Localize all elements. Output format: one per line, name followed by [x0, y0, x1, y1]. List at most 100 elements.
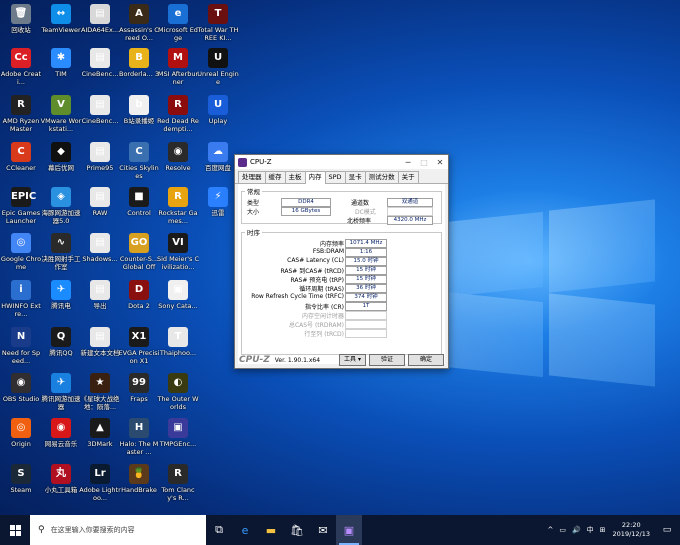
desktop-icon[interactable]: ✈ 腾讯网游加速器	[40, 373, 82, 411]
file-explorer-icon[interactable]: ▬	[258, 515, 284, 545]
desktop-icon[interactable]: ▤ CineBenc...	[79, 95, 121, 125]
desktop-icon[interactable]: Cc Adobe Creati...	[0, 48, 42, 86]
cpuz-window[interactable]: CPU-Z ─ □ ✕ 处理器 缓存 主板 内存 SPD 显卡 测试分数 关于 常规 类型 D…	[234, 154, 449, 369]
desktop-app-icon: ◉	[51, 418, 71, 438]
ok-button[interactable]: 确定	[408, 354, 444, 366]
ime-indicator[interactable]: 中	[587, 525, 594, 535]
desktop-icon[interactable]: T Total War THREE KI...	[197, 4, 239, 42]
desktop-icon[interactable]: ▤ AIDA64Ex...	[79, 4, 121, 34]
start-button[interactable]	[0, 515, 30, 545]
close-button[interactable]: ✕	[432, 158, 448, 167]
input-mode-icon[interactable]: ⊞	[600, 526, 606, 534]
cpuz-taskbar-icon[interactable]: ▣	[336, 515, 362, 545]
desktop-icon[interactable]: ✱ TIM	[40, 48, 82, 78]
desktop-icon[interactable]: H Halo: The Master ...	[118, 418, 160, 456]
tab-5[interactable]: 显卡	[344, 171, 366, 183]
desktop-icon[interactable]: ▣ Sony Cata...	[157, 280, 199, 310]
desktop-icon[interactable]: 🗑 回收站	[0, 4, 42, 34]
tab-3[interactable]: 内存	[304, 171, 326, 185]
cpuz-titlebar[interactable]: CPU-Z ─ □ ✕	[235, 155, 448, 169]
desktop-icon[interactable]: R Tom Clancy's R...	[157, 464, 199, 502]
desktop-icon[interactable]: T Thaiphoo...	[157, 327, 199, 357]
desktop-icon[interactable]: ◉ OBS Studio	[0, 373, 42, 403]
desktop-icon[interactable]: 丸小丸工具箱	[40, 464, 82, 494]
maximize-button[interactable]: □	[416, 158, 432, 167]
tab-1[interactable]: 缓存	[264, 171, 286, 183]
desktop-icon[interactable]: ◐ The Outer Worlds	[157, 373, 199, 411]
minimize-button[interactable]: ─	[400, 158, 416, 167]
tab-4[interactable]: SPD	[324, 171, 346, 183]
desktop-icon[interactable]: 99 Fraps	[118, 373, 160, 403]
desktop-icon[interactable]: ↔ TeamViewer	[40, 4, 82, 34]
desktop-icon[interactable]: ▤ 导出	[79, 280, 121, 310]
desktop-icon[interactable]: ▣ TMPGEnc...	[157, 418, 199, 448]
desktop-icon[interactable]: C CCleaner	[0, 142, 42, 172]
desktop-icon[interactable]: ▤ CineBenc...	[79, 48, 121, 78]
desktop-icon[interactable]: C Cities Skylines	[118, 142, 160, 180]
desktop-icon[interactable]: ◉ Resolve	[157, 142, 199, 172]
desktop-icon[interactable]: ◎ Origin	[0, 418, 42, 448]
volume-icon[interactable]: 🔊	[572, 526, 581, 534]
desktop-icon[interactable]: ▤ RAW	[79, 187, 121, 217]
tab-2[interactable]: 主板	[284, 171, 306, 183]
desktop-icon[interactable]: ◆ 幕后优网	[40, 142, 82, 172]
tray-up-arrow-icon[interactable]: ^	[547, 526, 553, 534]
desktop-icon[interactable]: M MSI Afterburner	[157, 48, 199, 86]
desktop-icon[interactable]: ▲ 3DMark	[79, 418, 121, 448]
desktop-icon[interactable]: X1 EVGA Precision X1	[118, 327, 160, 365]
desktop-icon[interactable]: ∿ 决胜网射手工作室	[40, 233, 82, 271]
desktop-icon[interactable]: S Steam	[0, 464, 42, 494]
desktop-icon[interactable]: 🍍 HandBrake	[118, 464, 160, 494]
desktop-icon[interactable]: D Dota 2	[118, 280, 160, 310]
desktop-icon-label: Resolve	[165, 164, 191, 172]
notification-icon[interactable]: ▭	[657, 525, 677, 535]
desktop-icon[interactable]: VI Sid Meier's Civilizatio...	[157, 233, 199, 271]
desktop-icon[interactable]: ■ Control	[118, 187, 160, 217]
desktop-icon[interactable]: ◉ 网易云音乐	[40, 418, 82, 448]
desktop-icon[interactable]: ▤ Shadows...	[79, 233, 121, 263]
edge-taskbar-icon[interactable]: e	[232, 515, 258, 545]
desktop-icon[interactable]: U Uplay	[197, 95, 239, 125]
desktop-icon[interactable]: B Borderla... 3	[118, 48, 160, 78]
desktop-icon[interactable]: Q 腾讯QQ	[40, 327, 82, 357]
timing-label: 内存空闲计时器	[301, 313, 344, 320]
desktop-icon[interactable]: R AMD Ryzen Master	[0, 95, 42, 133]
desktop-icon[interactable]: R Red Dead Redempti...	[157, 95, 199, 133]
desktop-icon[interactable]: ☁ 百度网盘	[197, 142, 239, 172]
mail-icon[interactable]: ✉	[310, 515, 336, 545]
desktop-icon[interactable]: ⚡ 迅雷	[197, 187, 239, 217]
desktop-icon[interactable]: e Microsoft Edge	[157, 4, 199, 42]
tab-0[interactable]: 处理器	[238, 171, 266, 183]
desktop-icon-label: 海豚网游加速器5.0	[41, 209, 81, 225]
tools-button[interactable]: 工具 ▾	[339, 354, 366, 366]
task-view-icon[interactable]: ⧉	[206, 515, 232, 545]
desktop-icon[interactable]: ✈ 腾讯电	[40, 280, 82, 310]
desktop-icon[interactable]: b B站录播姬	[118, 95, 160, 125]
desktop-icon[interactable]: ▤ Prime95	[79, 142, 121, 172]
clock[interactable]: 22:20 2019/12/13	[613, 521, 650, 539]
desktop-icon[interactable]: ★ 《星球大战绝地：陨落...	[79, 373, 121, 411]
store-icon[interactable]: 🛍	[284, 515, 310, 545]
desktop-app-icon: ★	[90, 373, 110, 393]
desktop-icon[interactable]: i HWINFO Extre...	[0, 280, 42, 318]
tab-7[interactable]: 关于	[397, 171, 419, 183]
desktop-icon[interactable]: V VMware Workstati...	[40, 95, 82, 133]
desktop-icon[interactable]: GO Counter-S... Global Offe...	[118, 233, 160, 271]
desktop-icon[interactable]: Lr Adobe Lightroo...	[79, 464, 121, 502]
desktop-icon[interactable]: U Unreal Engine	[197, 48, 239, 86]
desktop-icon[interactable]: N Need for Speed...	[0, 327, 42, 365]
tab-6[interactable]: 测试分数	[364, 171, 399, 183]
desktop-icon-label: Thaiphoo...	[159, 349, 197, 357]
timing-label: FSB:DRAM	[312, 248, 344, 255]
desktop-icon[interactable]: ◎ Google Chrome	[0, 233, 42, 271]
taskbar-search-box[interactable]: ⚲ 在这里输入你要搜索的内容	[30, 515, 206, 545]
network-icon[interactable]: ▭	[559, 526, 566, 534]
desktop-icon[interactable]: A Assassin's Creed O...	[118, 4, 160, 42]
desktop-icon[interactable]: EPIC Epic Games Launcher	[0, 187, 42, 225]
desktop-icon-label: RAW	[92, 209, 108, 217]
validate-button[interactable]: 验证	[369, 354, 405, 366]
desktop-icon[interactable]: R Rockstar Games...	[157, 187, 199, 225]
desktop-icon[interactable]: ◈ 海豚网游加速器5.0	[40, 187, 82, 225]
desktop-icon[interactable]: ▤ 新建文本文档	[79, 327, 121, 357]
cpuz-title: CPU-Z	[250, 158, 272, 166]
